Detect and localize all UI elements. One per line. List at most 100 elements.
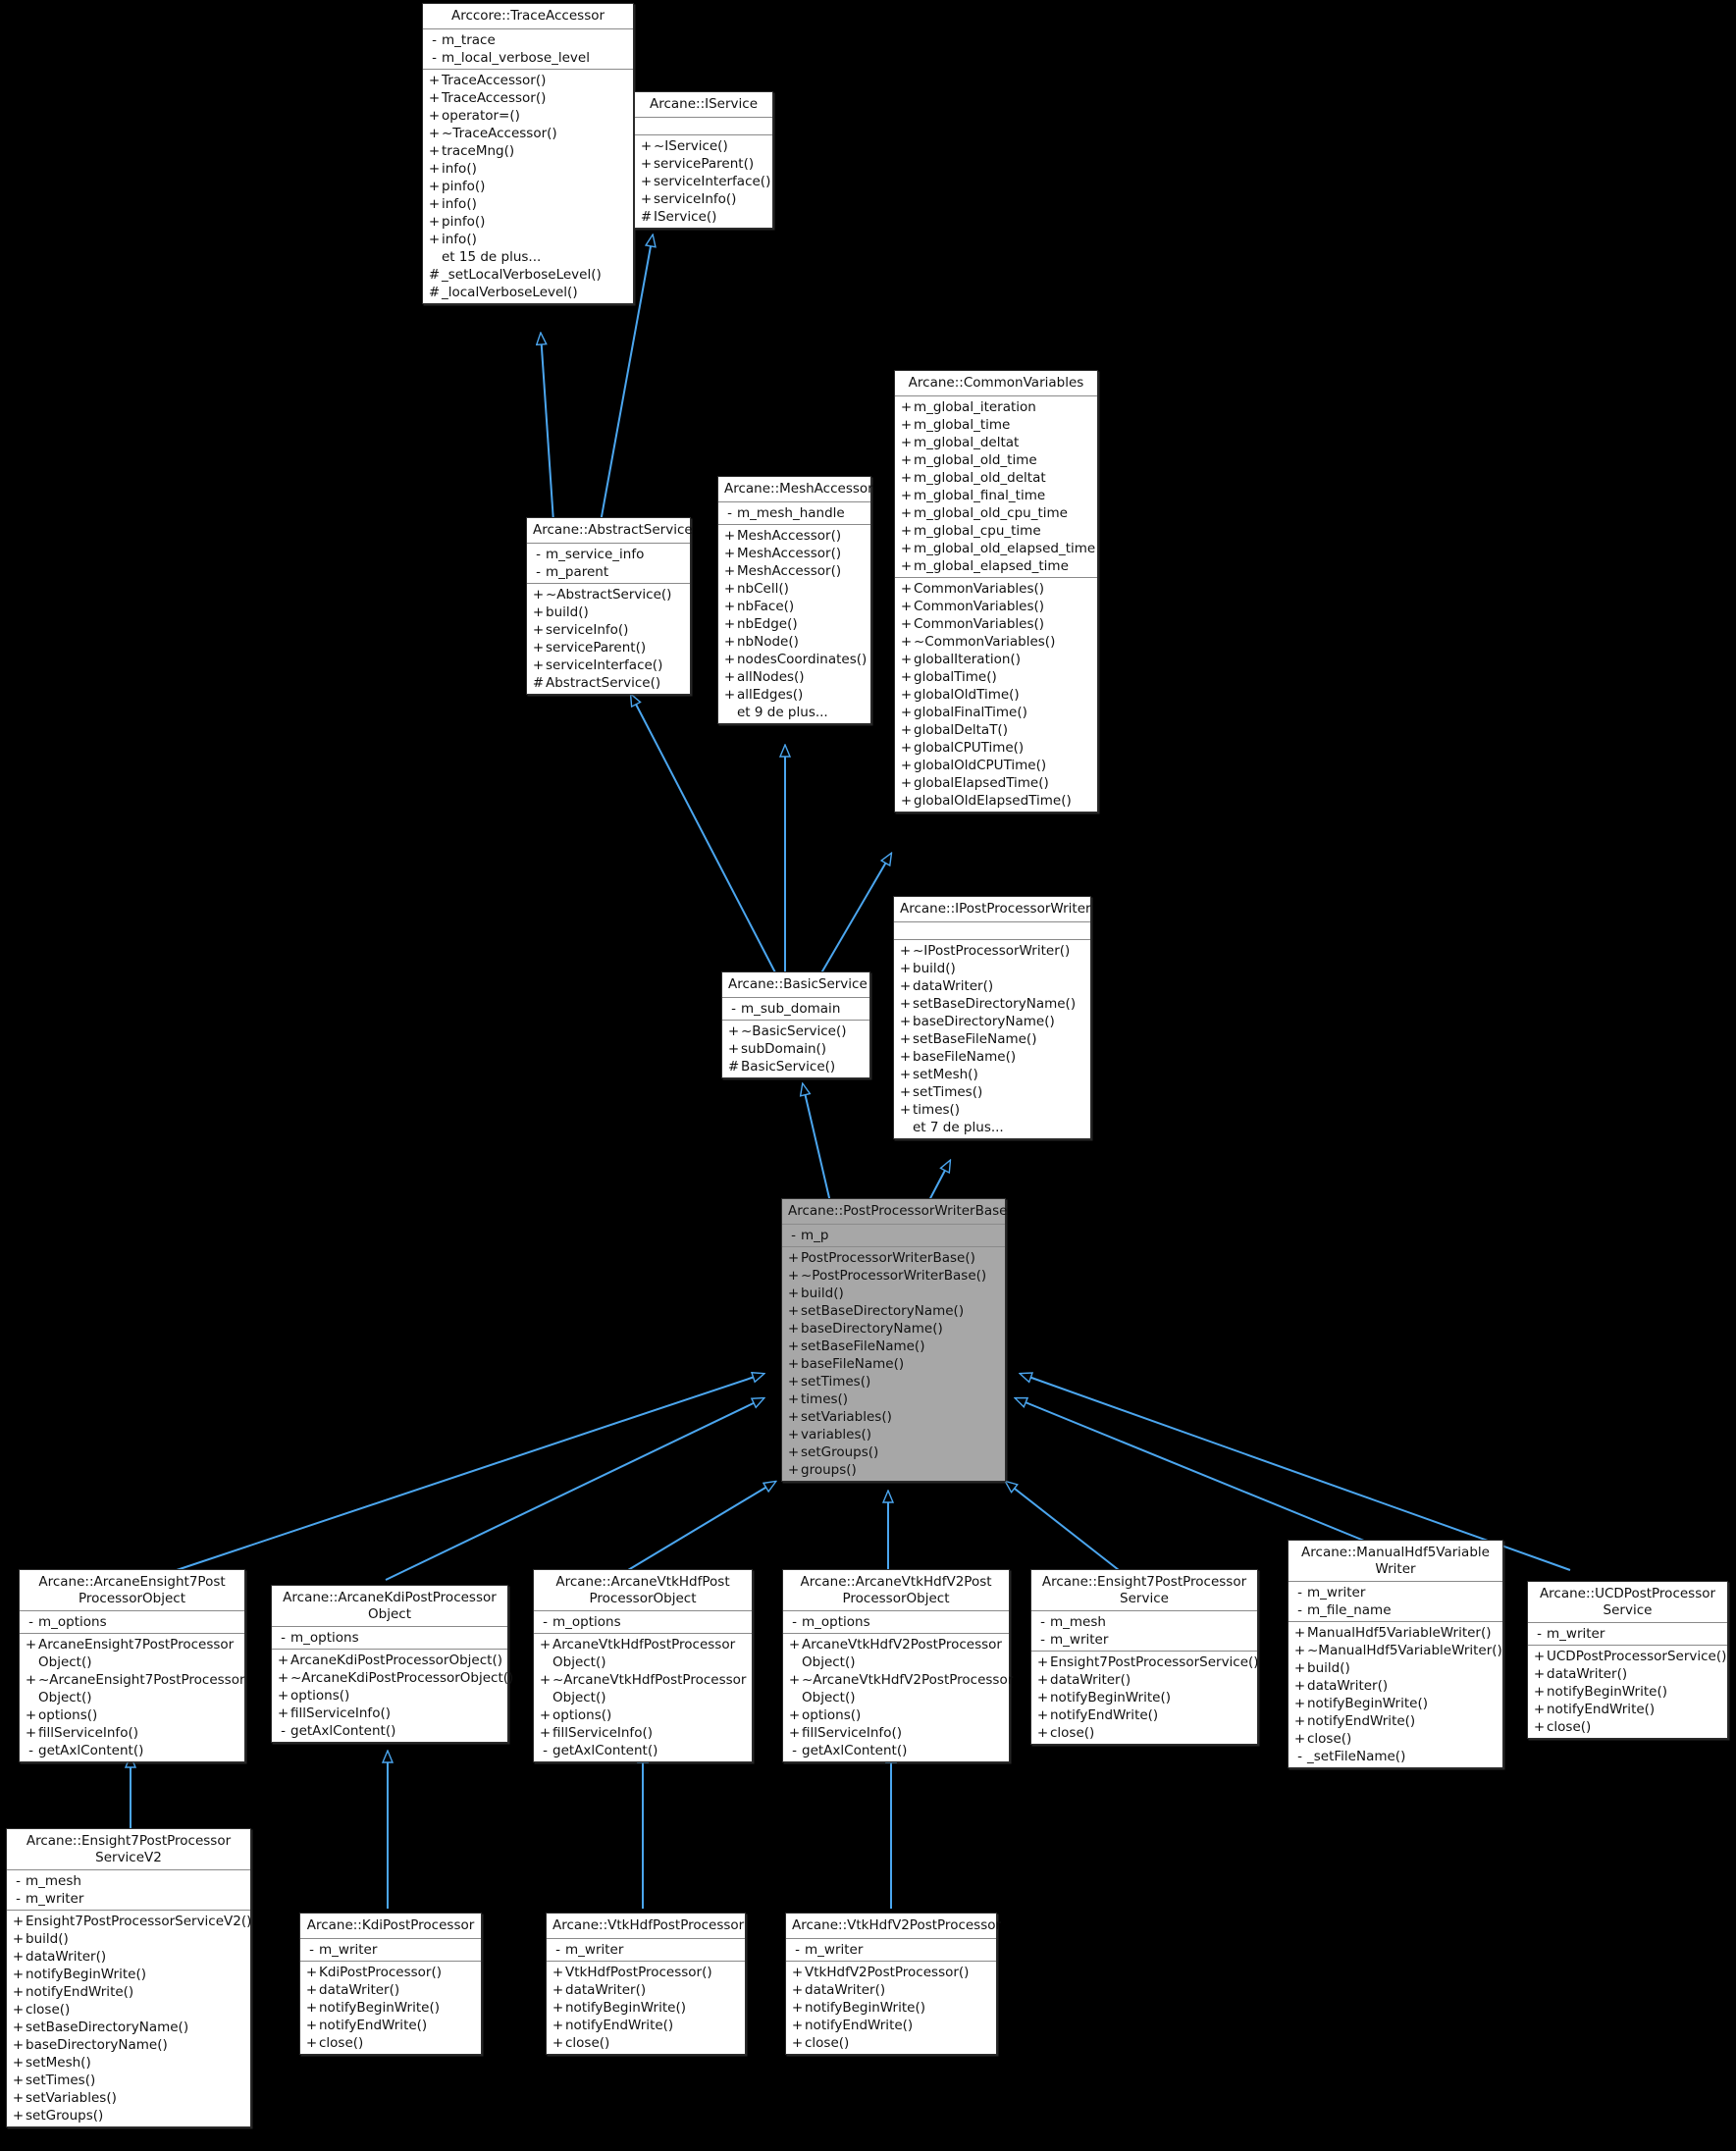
class-node-arcane-ensight7-post-processor-object[interactable]: Arcane::ArcaneEnsight7Post ProcessorObje… [19,1569,245,1762]
class-node-vtkhdf-post-processor[interactable]: Arcane::VtkHdfPostProcessor - m_writer + V… [546,1913,746,2055]
member-label: groups() [801,1461,857,1478]
attributes-section: - m_mesh - m_writer [1031,1611,1257,1652]
member-row: + globalCPUTime() [895,739,1097,757]
member-row: + ~CommonVariables() [895,633,1097,651]
visibility-marker: - [731,1000,736,1017]
member-row: + dataWriter() [894,977,1090,995]
class-node-iservice[interactable]: Arcane::IService + ~IService() + servicePar… [634,91,773,229]
visibility-marker: + [552,2034,564,2051]
member-row: + allNodes() [718,668,870,686]
member-row: - m_options [272,1629,507,1647]
class-node-ensight7-post-processor-service-v2[interactable]: Arcane::Ensight7PostProcessor ServiceV2 … [6,1828,251,2127]
member-row: + build() [527,603,690,621]
class-node-mesh-accessor[interactable]: Arcane::MeshAccessor - m_mesh_handle + Mes… [717,476,873,724]
member-row: + notifyEndWrite() [1031,1706,1257,1724]
member-row: +et 9 de plus... [718,704,870,721]
attributes-section: - m_service_info - m_parent [527,544,690,584]
visibility-marker: + [787,1426,800,1443]
member-label: fillServiceInfo() [552,1725,653,1741]
class-node-arcane-vtkhdfv2-post-processor-object[interactable]: Arcane::ArcaneVtkHdfV2Post ProcessorObje… [782,1569,1013,1762]
visibility-marker: - [543,1614,548,1630]
member-label: m_writer [1547,1626,1605,1642]
member-row: + close() [7,2001,250,2019]
member-label: options() [552,1707,612,1723]
visibility-marker: + [788,1637,801,1653]
member-label: getAxlContent() [802,1743,908,1758]
visibility-marker: + [552,2017,564,2033]
class-node-ensight7-post-processor-service[interactable]: Arcane::Ensight7PostProcessor Service -m… [1030,1569,1259,1745]
class-node-arcane-vtkhdf-post-processor-object[interactable]: Arcane::ArcaneVtkHdfPost ProcessorObject… [533,1569,753,1762]
methods-section: + ManualHdf5VariableWriter() + ~ManualHdf5V… [1289,1622,1502,1767]
member-row: + m_global_final_time [895,487,1097,504]
member-label: setVariables() [26,2090,117,2106]
member-label: serviceParent() [654,155,755,172]
class-node-kdi-post-processor[interactable]: Arcane::KdiPostProcessor - m_writer + KdiP… [299,1913,482,2055]
visibility-marker: + [900,451,913,468]
member-row: + setGroups() [782,1443,1005,1461]
member-row: # AbstractService() [527,674,690,692]
member-label: allEdges() [737,686,804,703]
member-row: + baseDirectoryName() [7,2036,250,2054]
member-row: + CommonVariables() [895,580,1097,598]
visibility-marker: + [1533,1666,1546,1682]
class-node-arcane-kdi-post-processor-object[interactable]: Arcane::ArcaneKdiPostProcessor Object -m… [271,1585,513,1743]
member-row: - getAxlContent() [272,1722,507,1740]
class-title: Arcane::MeshAccessor [718,477,873,502]
visibility-marker: + [12,2020,25,2035]
member-label: dataWriter() [1307,1678,1389,1694]
attributes-section: - m_mesh_handle [718,502,870,525]
member-row: + serviceParent() [635,155,772,173]
member-label: _setLocalVerboseLevel() [442,266,602,283]
class-node-ipost-processor-writer[interactable]: Arcane::IPostProcessorWriter + ~IPostProc… [893,896,1091,1139]
visibility-marker: + [640,155,653,172]
class-node-post-processor-writer-base[interactable]: Arcane::PostProcessorWriterBase - m_p + Po… [781,1198,1007,1482]
member-label: dataWriter() [805,1981,886,1998]
member-label: notifyEndWrite() [805,2017,914,2033]
visibility-marker: + [723,651,736,667]
member-row: - getAxlContent() [534,1742,752,1759]
visibility-marker: + [428,107,441,124]
visibility-marker: + [791,2034,804,2051]
visibility-marker: + [1293,1678,1306,1694]
visibility-marker: - [16,1891,21,1907]
class-title: Arcane::ManualHdf5Variable Writer [1289,1541,1502,1582]
member-label: ManualHdf5VariableWriter() [1307,1625,1492,1641]
class-node-trace-accessor[interactable]: Arccore::TraceAccessor - m_trace - m_local_… [422,3,634,304]
member-row: # IService() [635,208,772,226]
class-node-abstract-service[interactable]: Arcane::AbstractService - m_service_info -… [526,517,693,695]
class-node-basic-service[interactable]: Arcane::BasicService - m_sub_domain + ~Bas… [721,971,870,1078]
member-label: globalCPUTime() [914,739,1025,756]
visibility-marker: + [277,1705,289,1721]
visibility-marker: + [532,639,545,656]
member-label: notifyBeginWrite() [565,1999,686,2016]
visibility-marker: + [12,2055,25,2071]
member-label: BasicService() [741,1058,836,1075]
member-label: m_service_info [546,546,645,562]
member-label: ArcaneEnsight7PostProcessor Object() [38,1637,235,1670]
visibility-marker: - [536,563,541,580]
member-label: m_global_deltat [914,434,1020,450]
member-row: + pinfo() [423,213,633,231]
member-row: + baseDirectoryName() [782,1320,1005,1338]
class-node-vtkhdfv2-post-processor[interactable]: Arcane::VtkHdfV2PostProcessor - m_writer … [785,1913,1001,2055]
visibility-marker: - [727,504,732,521]
visibility-marker: # [428,284,441,300]
class-diagram-canvas: Arccore::TraceAccessor - m_trace - m_local_… [0,0,1736,2151]
class-node-ucd-post-processor-service[interactable]: Arcane::UCDPostProcessor Service - m_writ… [1527,1581,1728,1739]
visibility-marker: + [787,1355,800,1372]
class-node-common-variables[interactable]: Arcane::CommonVariables + m_global_iterat… [894,370,1098,813]
visibility-marker: + [900,504,913,521]
member-row: + notifyBeginWrite() [786,1999,996,2017]
member-row: - m_writer [7,1890,250,1908]
member-label: notifyBeginWrite() [1307,1696,1428,1711]
member-row: + m_global_old_cpu_time [895,504,1097,522]
member-label: Ensight7PostProcessorServiceV2() [26,1914,252,1929]
methods-section: + ~AbstractService() + build() + serviceInfo(… [527,584,690,694]
visibility-marker: + [900,598,913,614]
class-title: Arcane::VtkHdfV2PostProcessor [786,1914,1001,1939]
visibility-marker: + [791,2017,804,2033]
member-row: + dataWriter() [1289,1677,1502,1695]
member-row: + setBaseFileName() [782,1338,1005,1355]
class-node-manual-hdf5-variable-writer[interactable]: Arcane::ManualHdf5Variable Writer - m_wri… [1288,1540,1503,1768]
visibility-marker: + [787,1408,800,1425]
